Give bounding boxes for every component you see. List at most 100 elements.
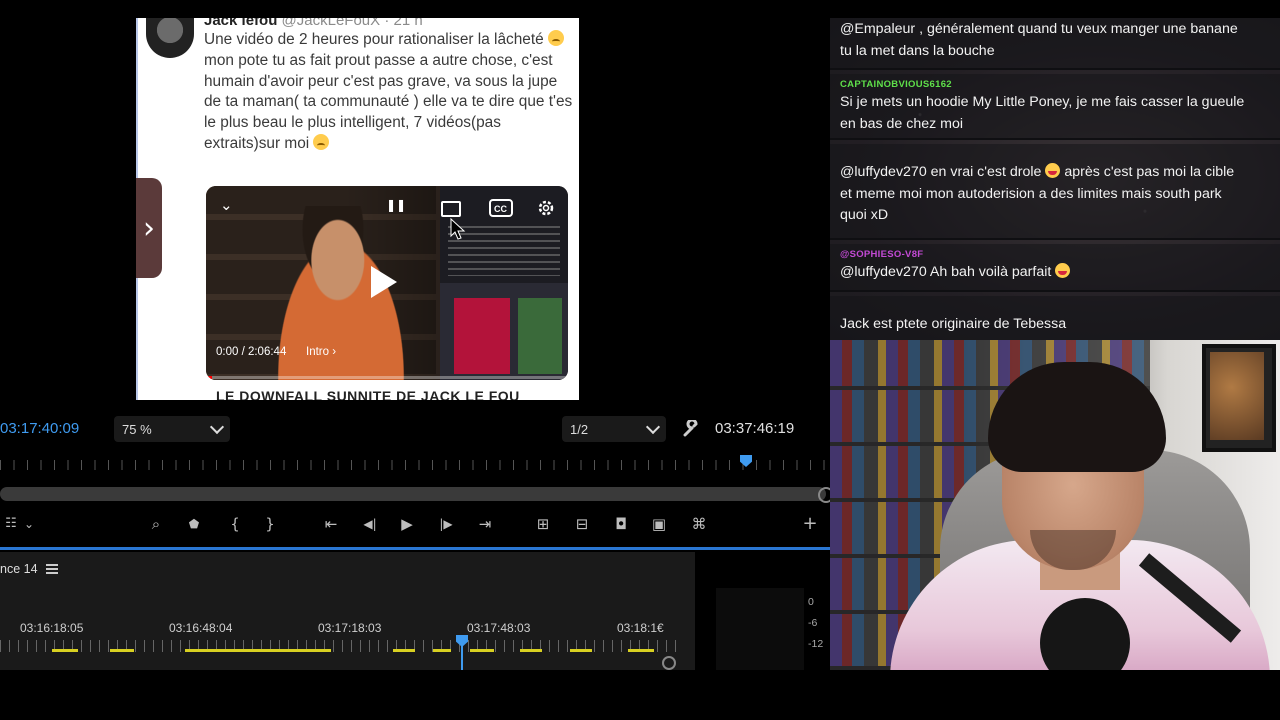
stream-chat: @Empaleur , généralement quand tu veux m… bbox=[830, 18, 1280, 340]
video-progress-fill bbox=[206, 376, 212, 379]
marker-filter-icon[interactable]: ⌕ bbox=[145, 513, 167, 535]
timeline-marker[interactable] bbox=[185, 649, 331, 652]
pause-icon[interactable]: ❚❚ bbox=[386, 198, 406, 212]
step-back-icon[interactable]: ◀︎| bbox=[359, 513, 381, 535]
chat-username[interactable] bbox=[840, 148, 1280, 162]
webcam-feed bbox=[830, 340, 1280, 670]
chapter-label: Intro bbox=[306, 346, 330, 358]
panel-focus-border bbox=[0, 547, 830, 550]
mouse-cursor-icon bbox=[450, 218, 466, 240]
tweet-handle-meta: @JackLeFouX · 21 h bbox=[281, 18, 423, 29]
timeline-time-label: 03:18:1€ bbox=[617, 621, 664, 635]
chat-username[interactable]: CAPTAINOBVIOUS6162 bbox=[840, 78, 1280, 92]
chat-username[interactable]: @SOPHIESO-V8F bbox=[840, 248, 1280, 262]
monitor-scrollbar[interactable] bbox=[0, 487, 826, 501]
timeline-time-label: 03:16:48:04 bbox=[169, 621, 233, 635]
transport-controls: ☷ ⌄ ⌕ ⬟ { } ⇤ ◀︎| ▶ |▶︎ ⇥ ⊞ ⊟ ◘ ▣ ⌘ + bbox=[0, 505, 830, 543]
mark-out-icon[interactable]: } bbox=[259, 513, 281, 535]
embedded-video[interactable]: ⌄ ❚❚ CC 0:00 / 2:06:44 Intro › bbox=[206, 186, 568, 380]
chat-message-line: @luffydev270 en vrai c'est drole après c… bbox=[840, 162, 1280, 184]
go-to-out-icon[interactable]: ⇥ bbox=[474, 513, 496, 535]
chat-message-text: @luffydev270 Ah bah voilà parfait bbox=[840, 264, 1052, 280]
tweet-body: Une vidéo de 2 heures pour rationaliser … bbox=[204, 30, 576, 155]
audio-meter-scale: 0 -6 -12 bbox=[808, 592, 823, 655]
cast-icon[interactable] bbox=[440, 200, 462, 218]
chat-message-text: Si je mets un hoodie My Little Poney, je… bbox=[840, 94, 1245, 110]
chat-message-text: Jack est ptete originaire de Tebessa bbox=[840, 316, 1067, 332]
zoom-value: 75 % bbox=[122, 421, 152, 437]
play-icon[interactable] bbox=[371, 266, 397, 298]
chat-message-text: @Empaleur , généralement quand tu veux m… bbox=[840, 21, 1238, 37]
tweet-author: Jack lefou bbox=[204, 18, 278, 29]
gear-icon[interactable] bbox=[536, 198, 556, 218]
add-marker-icon[interactable]: ⬟ bbox=[183, 513, 205, 535]
monitor-time-ruler[interactable] bbox=[0, 452, 830, 476]
video-chapter[interactable]: Intro › bbox=[306, 346, 336, 358]
chat-message: @Empaleur , généralement quand tu veux m… bbox=[830, 18, 1280, 70]
chat-message-text: et meme moi mon autoderision a des limit… bbox=[840, 185, 1222, 202]
camera-icon[interactable]: ◘ bbox=[610, 513, 632, 535]
chevron-down-icon[interactable]: ⌄ bbox=[18, 513, 40, 535]
hamburger-menu-icon[interactable] bbox=[46, 564, 58, 574]
tweet-text-part2: mon pote tu as fait prout passe a autre … bbox=[204, 51, 573, 152]
disappointed-emoji-icon bbox=[313, 133, 330, 150]
step-forward-icon[interactable]: |▶︎ bbox=[435, 513, 457, 535]
timeline-marker[interactable] bbox=[470, 649, 494, 652]
chat-message-text: tu la met dans la bouche bbox=[840, 42, 995, 59]
screen-card-2 bbox=[518, 298, 562, 374]
tweet-header: Jack lefou @JackLeFouX · 21 h bbox=[204, 18, 423, 29]
timeline-marker[interactable] bbox=[52, 649, 78, 652]
meter-tick: -6 bbox=[808, 617, 818, 629]
wrench-icon[interactable] bbox=[682, 420, 700, 438]
compare-icon[interactable]: ▣ bbox=[648, 513, 670, 535]
timeline-marker[interactable] bbox=[628, 649, 654, 652]
resolution-select[interactable]: 1/2 bbox=[562, 416, 666, 442]
captions-icon[interactable]: CC bbox=[489, 199, 513, 217]
wall-painting bbox=[1210, 352, 1264, 440]
svg-text:CC: CC bbox=[494, 204, 507, 214]
trim-icon[interactable]: ⌘ bbox=[688, 513, 710, 535]
tweet-text-part1: Une vidéo de 2 heures pour rationaliser … bbox=[204, 31, 544, 48]
video-progress-track[interactable] bbox=[206, 376, 568, 379]
extract-icon[interactable]: ⊟ bbox=[571, 513, 593, 535]
duration-timecode: 03:37:46:19 bbox=[715, 420, 795, 437]
playhead-timecode[interactable]: 03:17:40:09 bbox=[0, 420, 79, 437]
zoom-select[interactable]: 75 % bbox=[114, 416, 230, 442]
mark-in-icon[interactable]: { bbox=[224, 513, 246, 535]
timeline-marker[interactable] bbox=[110, 649, 134, 652]
chevron-right-icon[interactable]: › bbox=[136, 178, 162, 278]
timeline-playhead-line bbox=[461, 645, 463, 670]
chevron-down-icon bbox=[209, 419, 225, 434]
video-time: 0:00 / 2:06:44 bbox=[216, 346, 287, 358]
timeline-panel bbox=[0, 552, 695, 670]
chat-message: CAPTAINOBVIOUS6162 Si je mets un hoodie … bbox=[830, 74, 1280, 140]
disappointed-emoji-icon bbox=[547, 30, 564, 46]
play-icon[interactable]: ▶ bbox=[396, 513, 418, 535]
go-to-in-icon[interactable]: ⇤ bbox=[320, 513, 342, 535]
chat-message: Jack est ptete originaire de Tebessa bbox=[830, 296, 1280, 340]
timeline-marker[interactable] bbox=[520, 649, 542, 652]
timeline-marker[interactable] bbox=[393, 649, 415, 652]
screen-card bbox=[454, 298, 510, 374]
timeline-marker[interactable] bbox=[433, 649, 451, 652]
add-button-icon[interactable]: + bbox=[799, 513, 821, 535]
timeline-time-label: 03:17:18:03 bbox=[318, 621, 382, 635]
author-avatar bbox=[146, 18, 194, 58]
lift-icon[interactable]: ⊞ bbox=[532, 513, 554, 535]
chat-message: @SOPHIESO-V8F @luffydev270 Ah bah voilà … bbox=[830, 244, 1280, 292]
chat-message-line: @luffydev270 Ah bah voilà parfait bbox=[840, 262, 1280, 284]
timeline-time-label: 03:17:48:03 bbox=[467, 621, 531, 635]
timeline-time-label: 03:16:18:05 bbox=[20, 621, 84, 635]
chat-message-text: en bas de chez moi bbox=[840, 115, 964, 132]
zoom-handle-icon[interactable] bbox=[662, 656, 676, 670]
sequence-tab[interactable]: nce 14 bbox=[0, 562, 38, 576]
next-post-title: LE DOWNFALL SUNNITE DE JACK LE FOU bbox=[216, 388, 520, 400]
chat-username[interactable] bbox=[840, 300, 1280, 314]
chat-message: @luffydev270 en vrai c'est drole après c… bbox=[830, 144, 1280, 240]
audio-meter bbox=[716, 588, 804, 670]
chat-message-text: quoi xD bbox=[840, 207, 889, 223]
laughing-emoji-icon bbox=[1045, 163, 1061, 178]
timeline-marker[interactable] bbox=[570, 649, 592, 652]
chevron-down-icon[interactable]: ⌄ bbox=[220, 196, 233, 214]
chevron-down-icon bbox=[645, 419, 661, 434]
